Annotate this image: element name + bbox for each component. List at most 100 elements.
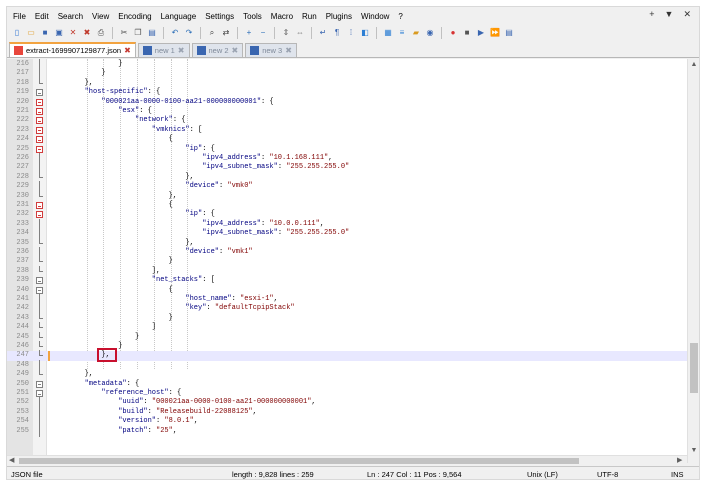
menu-settings[interactable]: Settings <box>205 12 234 21</box>
close-all-icon[interactable]: ✖ <box>81 27 93 39</box>
code-line[interactable]: 250 "metadata": { <box>7 380 687 389</box>
code-line[interactable]: 244] <box>7 322 687 332</box>
code-line[interactable]: 223 "vmknics": [ <box>7 126 687 135</box>
code-line[interactable]: 238], <box>7 265 687 276</box>
play-macro-icon[interactable]: ▶ <box>475 27 487 39</box>
status-insert-mode[interactable]: INS <box>671 470 684 479</box>
code-line[interactable]: 242 "key": "defaultTcpipStack" <box>7 303 687 315</box>
run-macro-multiple-icon[interactable]: ⏩ <box>489 27 501 39</box>
editor-pane[interactable]: 216} 217} 218}, 219 "host-specific": {220 "00… <box>7 59 687 463</box>
code-line[interactable]: 251 "reference_host": { <box>7 389 687 398</box>
fold-toggle-icon[interactable] <box>36 277 43 285</box>
fold-toggle-icon[interactable] <box>36 145 43 153</box>
new-file-icon[interactable]: ▯ <box>11 27 23 39</box>
sync-horizontal-icon[interactable]: ⇔ <box>294 27 306 39</box>
scroll-up-icon[interactable]: ▲ <box>688 61 700 68</box>
zoom-in-icon[interactable]: + <box>243 27 255 39</box>
new-tab-button[interactable]: + <box>649 9 654 20</box>
close-icon[interactable]: ✖ <box>178 46 185 55</box>
function-list-icon[interactable]: ≡ <box>396 27 408 39</box>
code-line[interactable]: 226 "ipv4_address": "10.1.168.111", <box>7 153 687 164</box>
fold-toggle-icon[interactable] <box>36 390 43 397</box>
menu-macro[interactable]: Macro <box>271 12 293 21</box>
tab-new-1[interactable]: new 1 ✖ <box>137 43 190 57</box>
scroll-down-icon[interactable]: ▼ <box>688 447 700 454</box>
fold-toggle-icon[interactable] <box>36 286 43 294</box>
zoom-out-icon[interactable]: − <box>257 27 269 39</box>
fold-toggle-icon[interactable] <box>36 380 43 388</box>
menu-window[interactable]: Window <box>361 12 389 21</box>
status-encoding[interactable]: UTF-8 <box>597 470 618 479</box>
sync-vertical-icon[interactable]: ⇕ <box>280 27 292 39</box>
menu-search[interactable]: Search <box>58 12 83 21</box>
code-line[interactable]: 253 "build": "Releasebuild-22088125", <box>7 406 687 418</box>
copy-icon[interactable]: ❐ <box>132 27 144 39</box>
code-line[interactable]: 241 "host_name": "esxi-1", <box>7 294 687 305</box>
menu-tools[interactable]: Tools <box>243 12 262 21</box>
code-line[interactable]: 245} <box>7 331 687 342</box>
code-line[interactable]: 219 "host-specific": { <box>7 88 687 97</box>
print-icon[interactable]: ⎙ <box>95 27 107 39</box>
code-line[interactable]: 243} <box>7 312 687 323</box>
code-line[interactable]: 229 "device": "vmk0" <box>7 181 687 193</box>
code-line[interactable]: 249}, <box>7 369 687 379</box>
code-line[interactable]: 227 "ipv4_subnet_mask": "255.255.255.0" <box>7 162 687 174</box>
code-line[interactable]: 235}, <box>7 237 687 248</box>
user-defined-language-icon[interactable]: ◧ <box>359 27 371 39</box>
tab-new-2[interactable]: new 2 ✖ <box>191 43 244 57</box>
fold-toggle-icon[interactable] <box>36 108 43 115</box>
fold-toggle-icon[interactable] <box>36 89 43 97</box>
tab-new-3[interactable]: new 3 ✖ <box>245 43 297 57</box>
save-all-icon[interactable]: ▣ <box>53 27 65 39</box>
redo-icon[interactable]: ↷ <box>183 27 195 39</box>
paste-icon[interactable]: ▤ <box>146 27 158 39</box>
replace-icon[interactable]: ⇄ <box>220 27 232 39</box>
code-line[interactable]: 240 { <box>7 286 687 295</box>
cut-icon[interactable]: ✂ <box>118 27 130 39</box>
open-file-icon[interactable]: ▭ <box>25 27 37 39</box>
code-line[interactable]: 232 "ip": { <box>7 210 687 219</box>
code-line[interactable]: 234 "ipv4_subnet_mask": "255.255.255.0" <box>7 228 687 240</box>
code-line[interactable]: 239 "net_stacks": [ <box>7 276 687 285</box>
find-icon[interactable]: ⌕ <box>206 27 218 39</box>
close-document-button[interactable]: ✕ <box>683 9 691 20</box>
close-icon[interactable]: ✖ <box>285 46 292 55</box>
fold-toggle-icon[interactable] <box>36 136 43 144</box>
vertical-scroll-thumb[interactable] <box>690 343 698 393</box>
code-line[interactable]: 216} <box>7 59 687 70</box>
indent-guide-icon[interactable]: ⁞ <box>345 27 357 39</box>
word-wrap-icon[interactable]: ↵ <box>317 27 329 39</box>
menu-encoding[interactable]: Encoding <box>118 12 151 21</box>
menu-language[interactable]: Language <box>161 12 197 21</box>
status-eol-format[interactable]: Unix (LF) <box>527 470 558 479</box>
menu-help[interactable]: ? <box>398 12 402 21</box>
record-macro-icon[interactable]: ● <box>447 27 459 39</box>
code-line[interactable]: 233 "ipv4_address": "10.0.0.111", <box>7 218 687 230</box>
fold-toggle-icon[interactable] <box>36 126 43 134</box>
code-line[interactable]: 252 "uuid": "000021aa-0000-0100-aa21-0000… <box>7 397 687 409</box>
code-line[interactable]: 231 { <box>7 201 687 210</box>
show-all-chars-icon[interactable]: ¶ <box>331 27 343 39</box>
fold-toggle-icon[interactable] <box>36 202 43 209</box>
save-macro-icon[interactable]: ▤ <box>503 27 515 39</box>
menu-plugins[interactable]: Plugins <box>326 12 352 21</box>
undo-icon[interactable]: ↶ <box>169 27 181 39</box>
code-line[interactable]: 222 "network": { <box>7 116 687 125</box>
vertical-scrollbar[interactable]: ▲ ▼ <box>687 59 699 463</box>
scroll-left-icon[interactable]: ◀ <box>9 456 14 464</box>
code-line[interactable]: 220 "000021aa-0000-0100-aa21-000000000001… <box>7 98 687 107</box>
tab-list-button[interactable]: ▼ <box>665 9 674 20</box>
code-line[interactable]: 237} <box>7 256 687 266</box>
horizontal-scrollbar[interactable]: ◀ ▶ <box>7 455 687 465</box>
code-line[interactable]: 218}, <box>7 77 687 88</box>
scroll-right-icon[interactable]: ▶ <box>677 456 682 464</box>
menu-edit[interactable]: Edit <box>35 12 49 21</box>
code-line[interactable]: 224 { <box>7 135 687 144</box>
code-line[interactable]: 225 "ip": { <box>7 145 687 154</box>
code-line[interactable]: 247}, <box>7 348 687 363</box>
menu-file[interactable]: File <box>13 12 26 21</box>
fold-toggle-icon[interactable] <box>36 98 43 106</box>
stop-macro-icon[interactable]: ■ <box>461 27 473 39</box>
menu-run[interactable]: Run <box>302 12 317 21</box>
code-line[interactable]: 248 <box>7 359 687 371</box>
